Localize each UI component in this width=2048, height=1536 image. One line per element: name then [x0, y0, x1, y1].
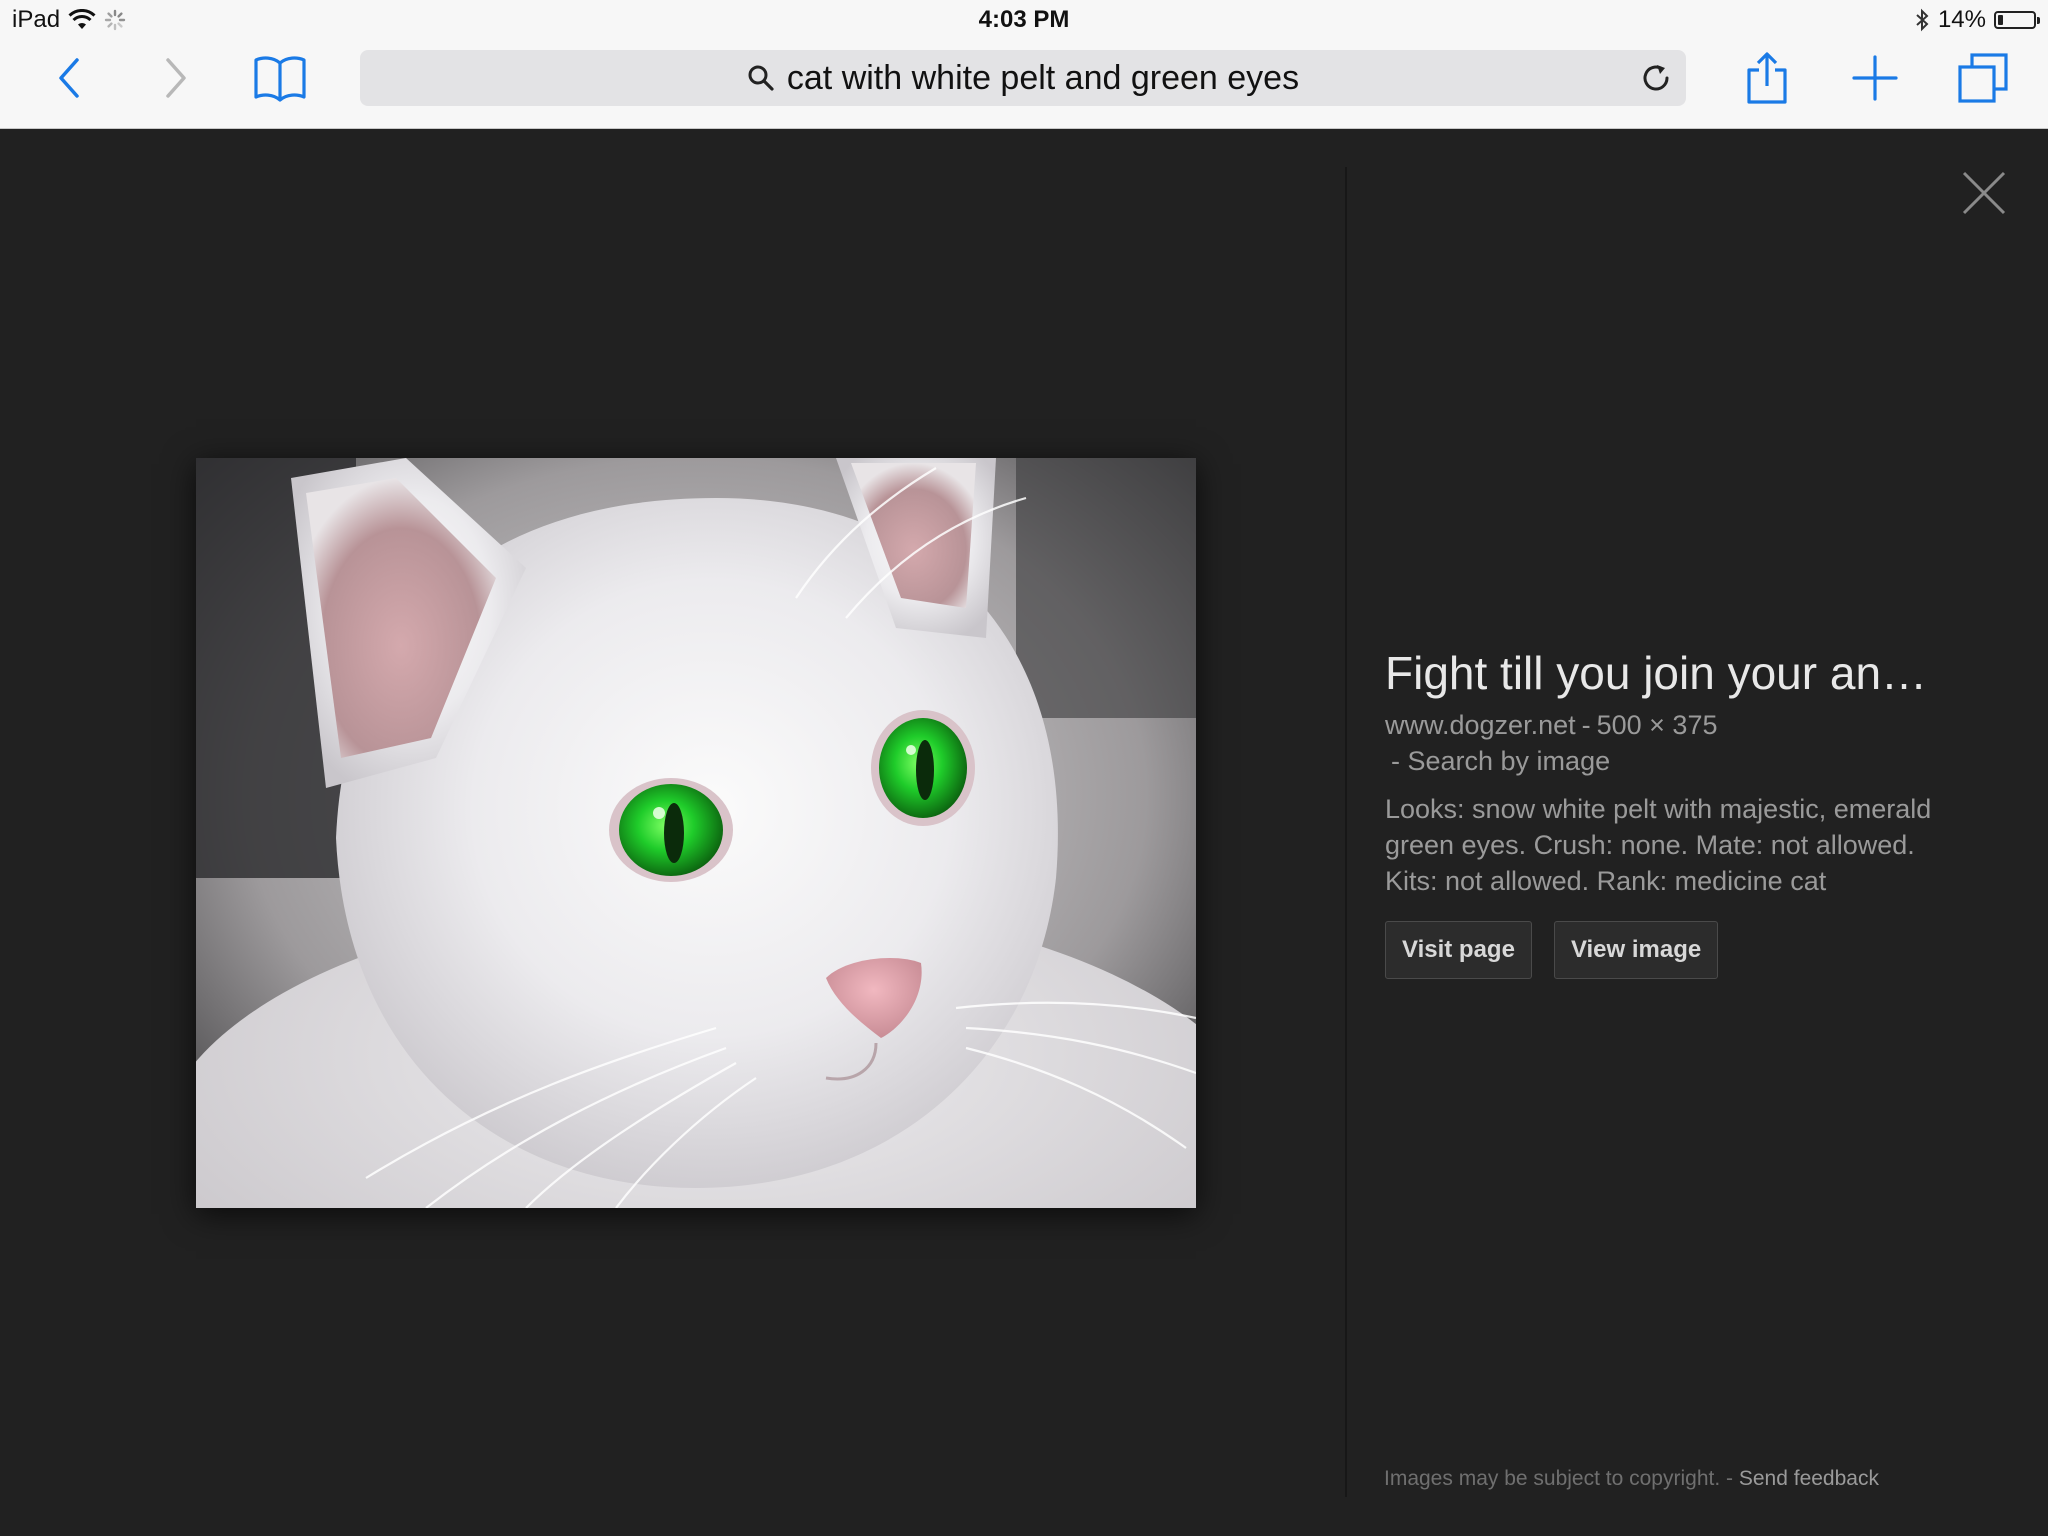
copyright-notice: Images may be subject to copyright.: [1384, 1467, 1721, 1490]
new-tab-icon: [1852, 55, 1898, 101]
address-bar[interactable]: cat with white pelt and green eyes: [360, 50, 1686, 106]
status-time: 4:03 PM: [978, 6, 1070, 33]
panel-divider: [1345, 167, 1347, 1497]
battery-level: [1998, 15, 2003, 25]
forward-button[interactable]: [145, 48, 205, 108]
footer: Images may be subject to copyright. - Se…: [1384, 1467, 1879, 1491]
new-tab-button[interactable]: [1845, 48, 1905, 108]
result-dimensions: 500 × 375: [1596, 710, 1718, 741]
share-icon: [1747, 52, 1787, 104]
battery-icon: [1994, 11, 2040, 29]
share-button[interactable]: [1737, 48, 1797, 108]
result-domain[interactable]: www.dogzer.net: [1385, 710, 1576, 740]
reload-icon[interactable]: [1640, 62, 1672, 94]
browser-chrome: iPad 4:03 PM 14% cat with white pelt and…: [0, 0, 2048, 129]
bookmarks-button[interactable]: [250, 48, 310, 108]
status-bar: iPad 4:03 PM 14%: [0, 0, 2048, 40]
result-actions: Visit page View image: [1385, 921, 1965, 980]
close-icon[interactable]: [1960, 169, 2008, 217]
result-meta: www.dogzer.net -500 × 375: [1385, 707, 1965, 743]
back-icon: [59, 58, 79, 98]
result-description: Looks: snow white pelt with majestic, em…: [1385, 794, 1932, 897]
image-preview-panel: Fight till you join your an… www.dogzer.…: [0, 129, 2048, 1536]
tabs-icon: [1958, 53, 2008, 103]
back-button[interactable]: [40, 48, 100, 108]
bluetooth-icon: [1916, 8, 1929, 32]
send-feedback-link[interactable]: Send feedback: [1739, 1467, 1879, 1490]
search-query-text: cat with white pelt and green eyes: [786, 58, 1300, 97]
forward-icon: [166, 58, 186, 98]
tabs-button[interactable]: [1953, 48, 2013, 108]
visit-page-button[interactable]: Visit page: [1385, 921, 1532, 980]
preview-image[interactable]: [196, 458, 1196, 1208]
result-info: Fight till you join your an… www.dogzer.…: [1385, 646, 1965, 980]
meta-separator: -: [1581, 710, 1591, 741]
address-content: cat with white pelt and green eyes: [360, 50, 1686, 106]
search-by-image-link[interactable]: - Search by image: [1385, 743, 1965, 779]
result-title[interactable]: Fight till you join your an…: [1385, 646, 1965, 701]
status-right: 14%: [1914, 6, 2040, 34]
bookmarks-icon: [254, 56, 306, 102]
search-icon: [748, 65, 774, 91]
footer-separator: -: [1726, 1467, 1734, 1490]
white-cat-photo: [196, 458, 1196, 1208]
battery-percentage: 14%: [1937, 6, 1986, 33]
view-image-button[interactable]: View image: [1553, 921, 1719, 980]
